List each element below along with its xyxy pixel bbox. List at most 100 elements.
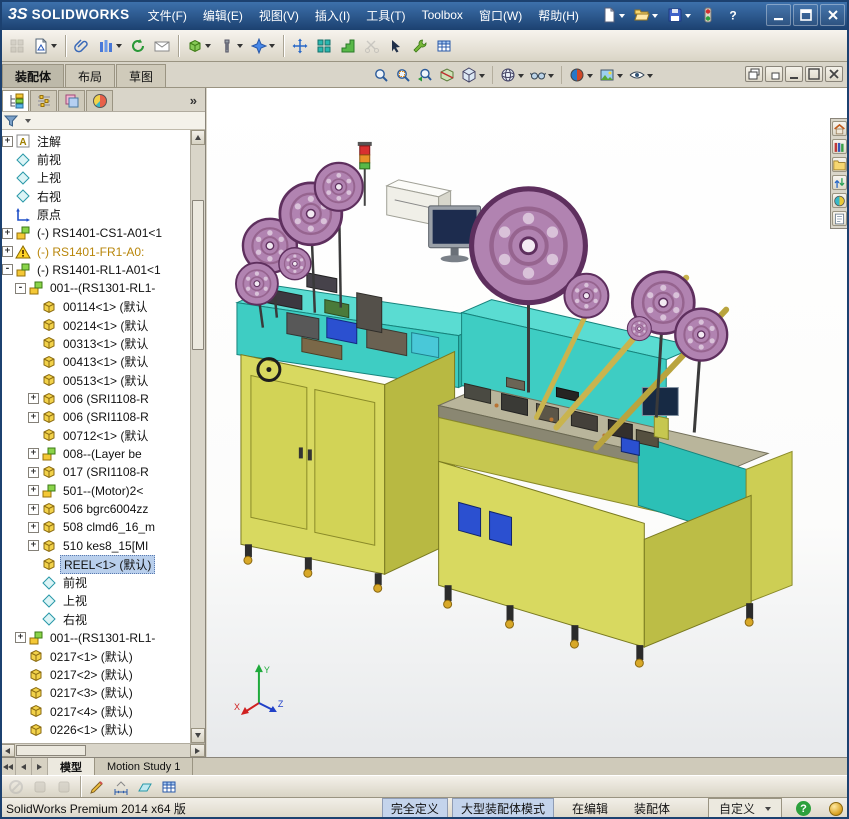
- menu-item[interactable]: 视图(V): [251, 0, 307, 30]
- tree-item[interactable]: 00313<1> (默认: [0, 334, 190, 352]
- configurationmanager-tab[interactable]: [58, 90, 85, 111]
- menu-item[interactable]: 帮助(H): [530, 0, 587, 30]
- hide-show-items-button[interactable]: [528, 64, 556, 86]
- new-document-button[interactable]: [597, 4, 629, 26]
- component-pattern-button[interactable]: [95, 34, 125, 58]
- expand-icon[interactable]: +: [28, 411, 39, 423]
- menu-item[interactable]: 窗口(W): [471, 0, 530, 30]
- sketch-button[interactable]: [86, 775, 108, 799]
- tab-nav-first-button[interactable]: [0, 758, 16, 775]
- menu-item[interactable]: 文件(F): [140, 0, 195, 30]
- model-canvas[interactable]: Y X Z: [207, 88, 849, 756]
- doc-maximize-button[interactable]: [805, 66, 823, 82]
- tree-item[interactable]: 00413<1> (默认: [0, 353, 190, 371]
- display-style-button[interactable]: [498, 64, 526, 86]
- help-button[interactable]: ?: [721, 4, 745, 26]
- apply-scene-button-dropdown-icon[interactable]: [615, 68, 623, 82]
- taskpane-custom-properties-tab[interactable]: [832, 211, 847, 226]
- new-motion-study-button-dropdown-icon[interactable]: [267, 39, 275, 53]
- make-drawing-button[interactable]: [30, 34, 60, 58]
- make-drawing-button-dropdown-icon[interactable]: [49, 39, 57, 53]
- expand-icon[interactable]: +: [2, 227, 13, 239]
- appearances-tab[interactable]: [86, 90, 113, 111]
- doc-close-button[interactable]: [825, 66, 843, 82]
- hide-show-items-button-dropdown-icon[interactable]: [546, 68, 554, 82]
- tree-item[interactable]: 右视: [0, 610, 190, 628]
- taskpane-appearances-tab[interactable]: [832, 193, 847, 208]
- component-pattern-button-dropdown-icon[interactable]: [114, 39, 122, 53]
- zoom-to-area-button[interactable]: [393, 64, 413, 86]
- expand-icon[interactable]: +: [28, 448, 39, 460]
- document-tab[interactable]: 模型: [48, 758, 95, 775]
- collapse-icon[interactable]: -: [2, 264, 13, 276]
- pack-and-go-button[interactable]: [151, 34, 173, 58]
- tree-item[interactable]: 00114<1> (默认: [0, 298, 190, 316]
- tab-nav-next-button[interactable]: [32, 758, 48, 775]
- tree-item[interactable]: 0217<4> (默认): [0, 702, 190, 720]
- tree-item[interactable]: 0226<1> (默认): [0, 721, 190, 739]
- tree-item[interactable]: +508 clmd6_16_m: [0, 518, 190, 536]
- smart-dimension-button[interactable]: [110, 775, 132, 799]
- menu-item[interactable]: 工具(T): [358, 0, 413, 30]
- zoom-to-fit-button[interactable]: [371, 64, 391, 86]
- expand-icon[interactable]: +: [15, 632, 26, 644]
- section-view-button[interactable]: [437, 64, 457, 86]
- propertymanager-tab[interactable]: [30, 90, 57, 111]
- tree-item[interactable]: 原点: [0, 206, 190, 224]
- tree-item[interactable]: +506 bgrc6004zz: [0, 500, 190, 518]
- minimize-button[interactable]: [766, 4, 791, 26]
- tree-item[interactable]: 00712<1> (默认: [0, 426, 190, 444]
- tree-item[interactable]: 上视: [0, 169, 190, 187]
- previous-view-button[interactable]: [415, 64, 435, 86]
- tree-item[interactable]: +017 (SRI1108-R: [0, 463, 190, 481]
- apply-scene-button[interactable]: [597, 64, 625, 86]
- expand-icon[interactable]: +: [2, 246, 13, 258]
- tree-item[interactable]: - (-) RS1401-RL1-A01<1: [0, 261, 190, 279]
- tree-item[interactable]: 00513<1> (默认: [0, 371, 190, 389]
- machine-right[interactable]: [437, 189, 793, 668]
- tree-item[interactable]: + A 注解: [0, 132, 190, 150]
- tree-item[interactable]: 0217<1> (默认): [0, 647, 190, 665]
- commandmanager-tab[interactable]: 布局: [65, 64, 116, 87]
- tree-item[interactable]: 00214<1> (默认: [0, 316, 190, 334]
- expand-icon[interactable]: +: [2, 135, 13, 147]
- tree-item[interactable]: - 001--(RS1301-RL1-: [0, 279, 190, 297]
- tree-item[interactable]: +001--(RS1301-RL1-: [0, 629, 190, 647]
- tree-item[interactable]: + (-) RS1401-FR1-A0:: [0, 242, 190, 260]
- reference-plane-button[interactable]: [134, 775, 156, 799]
- smart-fasteners-button[interactable]: [216, 34, 246, 58]
- tree-item[interactable]: +006 (SRI1108-R: [0, 408, 190, 426]
- menu-item[interactable]: 编辑(E): [195, 0, 251, 30]
- tab-nav-prev-button[interactable]: [16, 758, 32, 775]
- panel-overflow-button[interactable]: »: [190, 93, 203, 111]
- insert-component-button[interactable]: [184, 34, 214, 58]
- new-document-button-dropdown-icon[interactable]: [617, 8, 625, 22]
- expand-icon[interactable]: +: [28, 485, 39, 497]
- edit-appearance-button-dropdown-icon[interactable]: [585, 68, 593, 82]
- save-document-button-dropdown-icon[interactable]: [683, 8, 691, 22]
- commandmanager-tab[interactable]: 装配体: [2, 64, 65, 87]
- tree-item[interactable]: +008--(Layer be: [0, 445, 190, 463]
- scroll-up-button[interactable]: [191, 130, 205, 145]
- insert-component-button-dropdown-icon[interactable]: [203, 39, 211, 53]
- custom-toolbar-dropdown[interactable]: 自定义: [707, 798, 782, 819]
- expand-icon[interactable]: +: [28, 393, 39, 405]
- filter-funnel-icon[interactable]: [3, 113, 19, 129]
- scroll-down-button[interactable]: [191, 728, 205, 743]
- scroll-right-button[interactable]: [190, 744, 205, 757]
- close-button[interactable]: [820, 4, 845, 26]
- tree-item[interactable]: + (-) RS1401-CS1-A01<1: [0, 224, 190, 242]
- featuremanager-tab[interactable]: [2, 90, 29, 111]
- taskpane-view-palette-tab[interactable]: [832, 175, 847, 190]
- exploded-view-button[interactable]: [337, 34, 359, 58]
- tree-item[interactable]: +510 kes8_15[MI: [0, 537, 190, 555]
- scroll-left-button[interactable]: [0, 744, 15, 757]
- design-table-bottom-button[interactable]: [158, 775, 180, 799]
- tree-vertical-scrollbar[interactable]: [190, 130, 205, 743]
- doc-float-button[interactable]: [765, 66, 783, 82]
- connection-status-icon[interactable]: [696, 4, 720, 26]
- open-document-button[interactable]: [630, 4, 662, 26]
- design-table-button[interactable]: [433, 34, 455, 58]
- document-tab[interactable]: Motion Study 1: [95, 758, 194, 775]
- help-status-icon[interactable]: ?: [796, 801, 811, 816]
